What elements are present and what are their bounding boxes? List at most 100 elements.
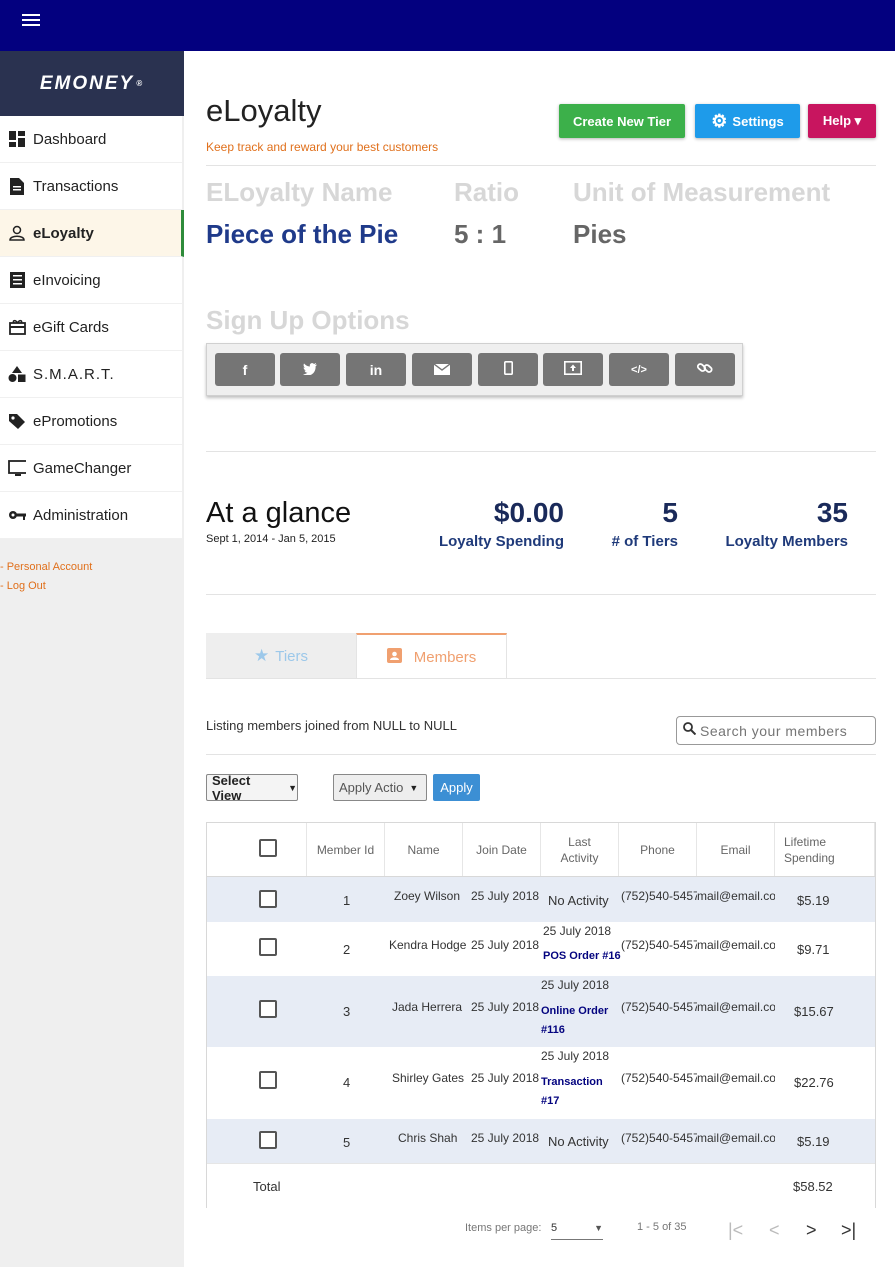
sidebar-item-epromotions[interactable]: ePromotions [0, 398, 182, 445]
link-icon [696, 361, 713, 378]
divider [206, 754, 876, 755]
tiers-count-label: # of Tiers [611, 533, 678, 550]
members-table: Member Id Name Join Date Last Activity P… [206, 822, 876, 1208]
sidebar-item-gamechanger[interactable]: GameChanger [0, 445, 182, 492]
page-title: eLoyalty [206, 93, 322, 128]
select-all-checkbox[interactable] [259, 839, 277, 857]
email-icon [433, 362, 451, 378]
member-name: Chris Shah [398, 1131, 458, 1145]
document-icon [8, 177, 26, 195]
at-a-glance-heading: At a glance [206, 497, 352, 529]
join-date: 25 July 2018 [471, 938, 540, 952]
linkedin-icon: in [369, 361, 383, 378]
mobile-icon [503, 361, 513, 378]
link-share-button[interactable] [675, 353, 735, 386]
lifetime-spending: $5.19 [797, 893, 830, 908]
help-dropdown-button[interactable]: Help ▾ [808, 104, 876, 138]
sign-up-share-bar: f in </> [206, 343, 743, 396]
personal-account-link[interactable]: - Personal Account [0, 561, 184, 580]
settings-button[interactable]: ⚙ Settings [695, 104, 800, 138]
phone: (752)540-5457 [621, 889, 697, 903]
divider [206, 594, 876, 595]
sidebar-item-egift-cards[interactable]: eGift Cards [0, 304, 182, 351]
row-checkbox[interactable] [259, 1131, 277, 1149]
select-view-dropdown[interactable]: Select View ▼ [206, 773, 298, 803]
sidebar-item-einvoicing[interactable]: eInvoicing [0, 257, 182, 304]
table-row[interactable]: 4 Shirley Gates 25 July 2018 25 July 201… [207, 1047, 875, 1119]
member-name: Zoey Wilson [394, 889, 461, 903]
member-name: Shirley Gates [392, 1071, 465, 1085]
key-icon [8, 506, 26, 524]
twitter-share-button[interactable] [280, 353, 340, 386]
sidebar-item-smart[interactable]: S.M.A.R.T. [0, 351, 182, 398]
column-header-last-activity[interactable]: Last Activity [541, 823, 619, 876]
member-search-box[interactable] [676, 716, 876, 745]
loyalty-members-value: 35 [816, 497, 848, 528]
tab-members[interactable]: Members [356, 633, 507, 679]
row-checkbox[interactable] [259, 1071, 277, 1089]
brand-logo: EMONEY ® [0, 51, 184, 116]
sidebar-item-eloyalty[interactable]: eLoyalty [0, 210, 184, 257]
member-id: 2 [343, 942, 351, 957]
next-page-icon[interactable]: > [806, 1220, 817, 1241]
dashboard-icon [8, 130, 26, 148]
email-share-button[interactable] [412, 353, 472, 386]
search-icon [683, 721, 697, 740]
tab-tiers[interactable]: ★ Tiers [206, 633, 356, 679]
apply-action-dropdown[interactable]: Apply Actio ▼ [333, 774, 427, 801]
sidebar: EMONEY ® Dashboard Transactions eLoyalty … [0, 51, 184, 1267]
linkedin-share-button[interactable]: in [346, 353, 406, 386]
log-out-link[interactable]: - Log Out [0, 580, 184, 599]
column-header-lifetime-spending[interactable]: Lifetime Spending [775, 823, 875, 876]
phone: (752)540-5457 [621, 1071, 697, 1085]
phone: (752)540-5457 [621, 1000, 697, 1014]
column-header-name[interactable]: Name [385, 823, 463, 876]
embed-code-button[interactable]: </> [609, 353, 669, 386]
last-activity-date: 25 July 2018 [541, 978, 610, 992]
items-per-page-select[interactable]: 5 ▼ [551, 1218, 603, 1240]
last-activity-link[interactable]: Transaction #17 [541, 1073, 613, 1111]
mobile-share-button[interactable] [478, 353, 538, 386]
table-row[interactable]: 1 Zoey Wilson 25 July 2018 No Activity (… [207, 877, 875, 922]
last-activity: No Activity [548, 1134, 609, 1149]
code-icon: </> [631, 363, 647, 376]
first-page-icon[interactable]: |< [728, 1220, 743, 1241]
hamburger-icon[interactable] [22, 14, 40, 28]
email: mail@email.com [697, 1071, 775, 1085]
lifetime-spending: $5.19 [797, 1134, 830, 1149]
upload-icon [564, 361, 582, 378]
facebook-share-button[interactable]: f [215, 353, 275, 386]
previous-page-icon[interactable]: < [769, 1220, 780, 1241]
star-icon: ★ [253, 646, 270, 665]
last-page-icon[interactable]: >| [841, 1220, 856, 1241]
sidebar-item-administration[interactable]: Administration [0, 492, 182, 539]
dropdown-arrow-icon: ▼ [594, 1223, 603, 1233]
join-date: 25 July 2018 [471, 889, 540, 903]
search-input[interactable] [700, 722, 870, 739]
table-row[interactable]: 2 Kendra Hodge 25 July 2018 25 July 2018… [207, 922, 875, 976]
row-checkbox[interactable] [259, 890, 277, 908]
column-header-phone[interactable]: Phone [619, 823, 697, 876]
table-row[interactable]: 5 Chris Shah 25 July 2018 No Activity (7… [207, 1119, 875, 1163]
apply-button[interactable]: Apply [433, 774, 480, 801]
create-new-tier-button[interactable]: Create New Tier [559, 104, 685, 138]
column-header-email[interactable]: Email [697, 823, 775, 876]
email: mail@email.com [697, 889, 775, 903]
column-header-join-date[interactable]: Join Date [463, 823, 541, 876]
sidebar-item-transactions[interactable]: Transactions [0, 163, 182, 210]
pagination-range: 1 - 5 of 35 [637, 1221, 687, 1233]
loyalty-spending-value: $0.00 [493, 497, 564, 528]
member-name: Kendra Hodge [389, 938, 467, 952]
loyalty-spending-label: Loyalty Spending [438, 533, 564, 550]
last-activity-link[interactable]: POS Order #16 [543, 950, 621, 962]
total-value: $58.52 [793, 1179, 833, 1194]
column-header-member-id[interactable]: Member Id [307, 823, 385, 876]
row-checkbox[interactable] [259, 938, 277, 956]
unit-heading: Unit of Measurement [573, 177, 831, 207]
last-activity-link[interactable]: Online Order #116 [541, 1002, 613, 1040]
upload-share-button[interactable] [543, 353, 603, 386]
sidebar-item-dashboard[interactable]: Dashboard [0, 116, 182, 163]
row-checkbox[interactable] [259, 1000, 277, 1018]
table-row[interactable]: 3 Jada Herrera 25 July 2018 25 July 2018… [207, 976, 875, 1047]
sign-up-options-heading: Sign Up Options [206, 305, 410, 335]
